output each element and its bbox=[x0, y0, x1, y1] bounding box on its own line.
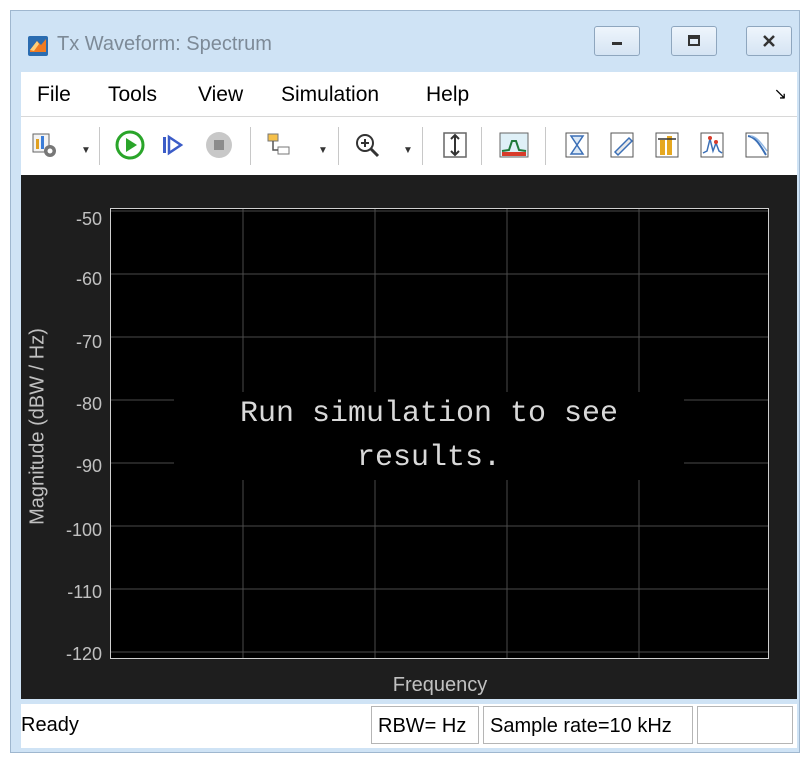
menu-help[interactable]: Help bbox=[426, 83, 469, 107]
y-tick-label: -90 bbox=[75, 456, 102, 476]
menu-view[interactable]: View bbox=[198, 83, 243, 107]
stop-icon bbox=[206, 132, 232, 158]
menu-file[interactable]: File bbox=[37, 83, 71, 107]
signal-selector-icon bbox=[267, 133, 290, 155]
toolbar-separator bbox=[422, 127, 423, 165]
y-tick-label: -60 bbox=[75, 269, 102, 289]
spectrum-analyzer-window: Tx Waveform: Spectrum File Tools View Si… bbox=[0, 0, 806, 759]
status-extra-cell bbox=[697, 706, 793, 744]
measurements-button[interactable] bbox=[606, 129, 638, 161]
toolbar-separator bbox=[250, 127, 251, 165]
status-text: Ready bbox=[21, 714, 79, 736]
spectrum-settings-button[interactable] bbox=[498, 129, 530, 161]
measurements-icon bbox=[610, 132, 634, 158]
y-tick-label: -120 bbox=[65, 644, 102, 664]
zoom-dropdown-caret[interactable]: ▼ bbox=[403, 145, 413, 156]
toolbar-separator bbox=[99, 127, 100, 165]
toolbar-separator bbox=[545, 127, 546, 165]
ccdf-icon bbox=[745, 132, 769, 158]
y-tick-label: -70 bbox=[75, 332, 102, 352]
signal-selector-dropdown-caret[interactable]: ▼ bbox=[318, 145, 328, 156]
x-axis-label: Frequency bbox=[392, 674, 488, 696]
maximize-icon bbox=[688, 35, 700, 46]
close-icon bbox=[763, 35, 775, 47]
triggers-icon bbox=[565, 132, 589, 158]
signal-selector-button[interactable] bbox=[263, 129, 295, 161]
run-icon bbox=[115, 130, 145, 160]
status-bar: Ready RBW= Hz Sample rate=10 kHz bbox=[21, 704, 797, 748]
peak-finder-button[interactable] bbox=[696, 129, 728, 161]
settings-icon bbox=[32, 133, 56, 157]
zoom-in-icon bbox=[356, 134, 380, 158]
matlab-app-icon bbox=[28, 36, 48, 56]
toolbar-separator bbox=[481, 127, 482, 165]
spectrum-icon bbox=[499, 132, 529, 158]
y-tick-label: -110 bbox=[67, 582, 102, 602]
step-forward-button[interactable] bbox=[157, 129, 189, 161]
rbw-readout: RBW= Hz bbox=[371, 706, 479, 744]
run-button[interactable] bbox=[114, 129, 146, 161]
step-forward-icon bbox=[163, 134, 184, 156]
toolbar: ▼ ▼ ▼ bbox=[21, 117, 797, 176]
scale-axes-icon bbox=[443, 132, 467, 158]
minimize-button[interactable] bbox=[594, 26, 640, 56]
minimize-icon bbox=[612, 42, 622, 45]
ccdf-button[interactable] bbox=[741, 129, 773, 161]
zoom-in-button[interactable] bbox=[351, 129, 383, 161]
triggers-button[interactable] bbox=[561, 129, 593, 161]
sample-rate-readout: Sample rate=10 kHz bbox=[483, 706, 693, 744]
menu-simulation[interactable]: Simulation bbox=[281, 83, 379, 107]
channel-measurements-icon bbox=[655, 132, 679, 158]
maximize-button[interactable] bbox=[671, 26, 717, 56]
scale-axes-button[interactable] bbox=[439, 129, 471, 161]
settings-button[interactable] bbox=[29, 129, 61, 161]
close-button[interactable] bbox=[746, 26, 792, 56]
y-tick-label: -100 bbox=[65, 520, 102, 540]
menu-tools[interactable]: Tools bbox=[108, 83, 157, 107]
y-tick-label: -50 bbox=[75, 209, 102, 229]
toolbar-separator bbox=[338, 127, 339, 165]
window-title: Tx Waveform: Spectrum bbox=[57, 33, 272, 55]
menu-bar: File Tools View Simulation Help ↘ bbox=[21, 72, 797, 117]
run-simulation-message: Run simulation to see results. bbox=[174, 392, 684, 480]
y-axis-label: Magnitude (dBW / Hz) bbox=[26, 328, 49, 525]
stop-button[interactable] bbox=[203, 129, 235, 161]
settings-dropdown-caret[interactable]: ▼ bbox=[81, 145, 91, 156]
undock-arrow-icon[interactable]: ↘ bbox=[774, 84, 787, 104]
peak-finder-icon bbox=[700, 132, 724, 158]
channel-measurements-button[interactable] bbox=[651, 129, 683, 161]
y-tick-label: -80 bbox=[75, 394, 102, 414]
